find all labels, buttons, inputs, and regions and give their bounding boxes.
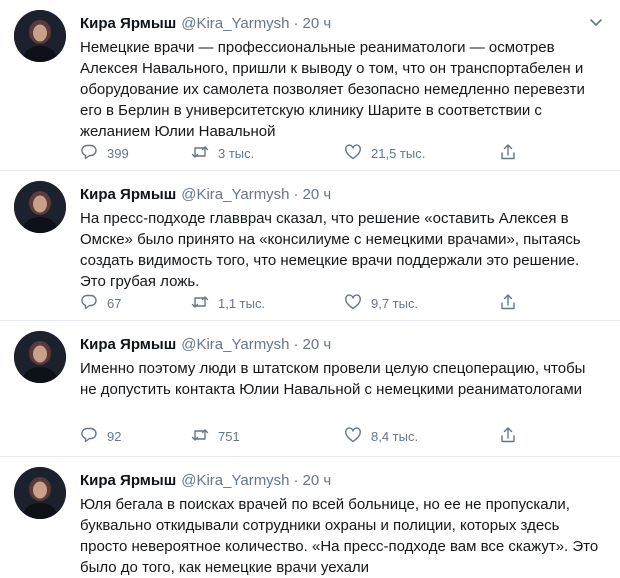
reply-count: 399 [107,146,129,161]
tweet-header: Кира Ярмыш @Kira_Yarmysh · 20 ч [80,183,331,205]
retweet-icon [191,143,218,164]
separator-dot: · [293,14,299,32]
tweet-header: Кира Ярмыш @Kira_Yarmysh · 20 ч [80,333,331,355]
tweet-text: Именно поэтому люди в штатском провели ц… [80,360,586,398]
timestamp[interactable]: 20 ч [303,472,332,489]
timestamp[interactable]: 20 ч [303,336,332,353]
author-handle[interactable]: @Kira_Yarmysh [181,472,289,489]
reply-count: 92 [107,429,122,444]
timestamp[interactable]: 20 ч [303,186,332,203]
like-count: 8,4 тыс. [371,429,419,444]
reply-icon [80,426,107,447]
author-handle[interactable]: @Kira_Yarmysh [181,186,289,203]
share-icon [499,293,526,314]
author-handle[interactable]: @Kira_Yarmysh [181,15,289,32]
timestamp[interactable]: 20 ч [303,15,332,32]
heart-icon [344,426,371,447]
tweet-actions: 399 3 тыс. 21,5 тыс. [80,143,520,163]
author-name[interactable]: Кира Ярмыш [80,15,176,32]
avatar[interactable] [14,467,66,519]
like-count: 21,5 тыс. [371,146,426,161]
share-button[interactable] [499,143,526,164]
separator-dot: · [293,335,299,353]
heart-icon [344,293,371,314]
like-count: 9,7 тыс. [371,296,419,311]
retweet-button[interactable]: 751 [191,426,240,447]
tweet-thread: Кира Ярмыш @Kira_Yarmysh · 20 ч Немецкие… [0,0,620,577]
tweet-text: Юля бегала в поисках врачей по всей боль… [80,496,599,576]
separator-dot: · [293,471,299,489]
tweet-header: Кира Ярмыш @Kira_Yarmysh · 20 ч [80,469,331,491]
tweet[interactable]: Кира Ярмыш @Kira_Yarmysh · 20 ч На пресс… [0,171,620,321]
chevron-down-icon[interactable] [586,12,606,32]
avatar[interactable] [14,181,66,233]
retweet-count: 751 [218,429,240,444]
share-button[interactable] [499,293,526,314]
reply-icon [80,143,107,164]
tweet[interactable]: Кира Ярмыш @Kira_Yarmysh · 20 ч Именно п… [0,321,620,457]
like-button[interactable]: 21,5 тыс. [344,143,425,164]
reply-button[interactable]: 399 [80,143,129,164]
reply-icon [80,293,107,314]
reply-button[interactable]: 67 [80,293,121,314]
like-button[interactable]: 8,4 тыс. [344,426,418,447]
retweet-button[interactable]: 3 тыс. [191,143,254,164]
author-name[interactable]: Кира Ярмыш [80,186,176,203]
avatar[interactable] [14,10,66,62]
share-icon [499,426,526,447]
tweet-text: На пресс-подходе главврач сказал, что ре… [80,210,581,290]
retweet-icon [191,426,218,447]
tweet-actions: 92 751 8,4 тыс. [80,426,520,446]
like-button[interactable]: 9,7 тыс. [344,293,418,314]
tweet-text: Немецкие врачи — профессиональные реаним… [80,39,585,140]
heart-icon [344,143,371,164]
author-name[interactable]: Кира Ярмыш [80,336,176,353]
reply-button[interactable]: 92 [80,426,121,447]
share-icon [499,143,526,164]
tweet-header: Кира Ярмыш @Kira_Yarmysh · 20 ч [80,12,331,34]
tweet-actions: 67 1,1 тыс. 9,7 тыс. [80,293,520,313]
tweet[interactable]: Кира Ярмыш @Kira_Yarmysh · 20 ч Немецкие… [0,0,620,171]
avatar[interactable] [14,331,66,383]
retweet-icon [191,293,218,314]
retweet-count: 3 тыс. [218,146,255,161]
reply-count: 67 [107,296,122,311]
retweet-button[interactable]: 1,1 тыс. [191,293,265,314]
retweet-count: 1,1 тыс. [218,296,266,311]
author-name[interactable]: Кира Ярмыш [80,472,176,489]
separator-dot: · [293,185,299,203]
author-handle[interactable]: @Kira_Yarmysh [181,336,289,353]
tweet[interactable]: Кира Ярмыш @Kira_Yarmysh · 20 ч Юля бега… [0,457,620,577]
share-button[interactable] [499,426,526,447]
